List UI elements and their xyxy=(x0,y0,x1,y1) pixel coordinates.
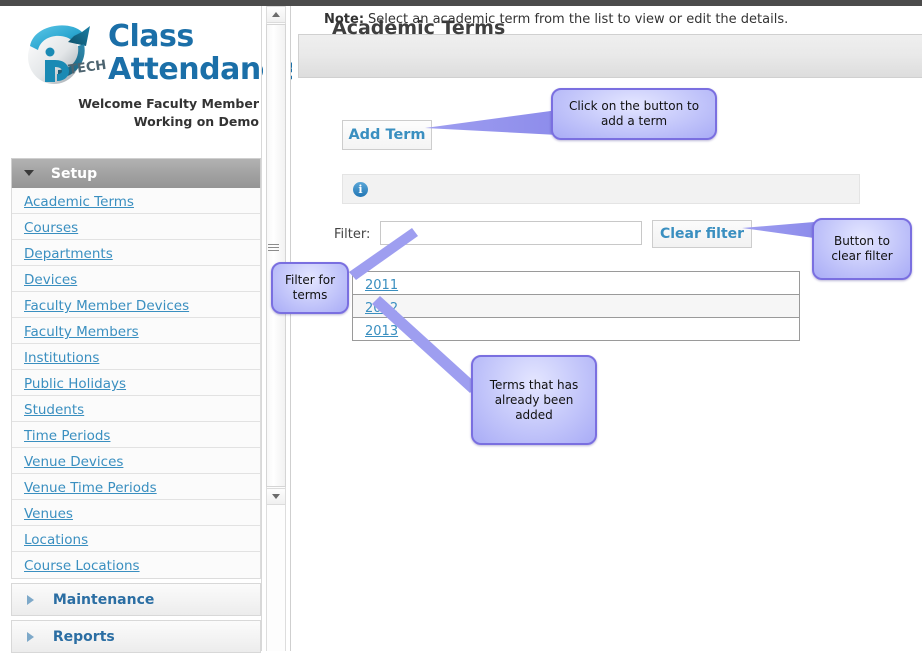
callout-clear-filter: Button to clear filter xyxy=(812,218,912,280)
callout-leader-lines xyxy=(349,110,814,393)
callout-terms-list: Terms that has already been added xyxy=(471,355,597,445)
callout-add-term: Click on the button to add a term xyxy=(551,88,717,140)
callout-filter: Filter for terms xyxy=(271,262,349,314)
